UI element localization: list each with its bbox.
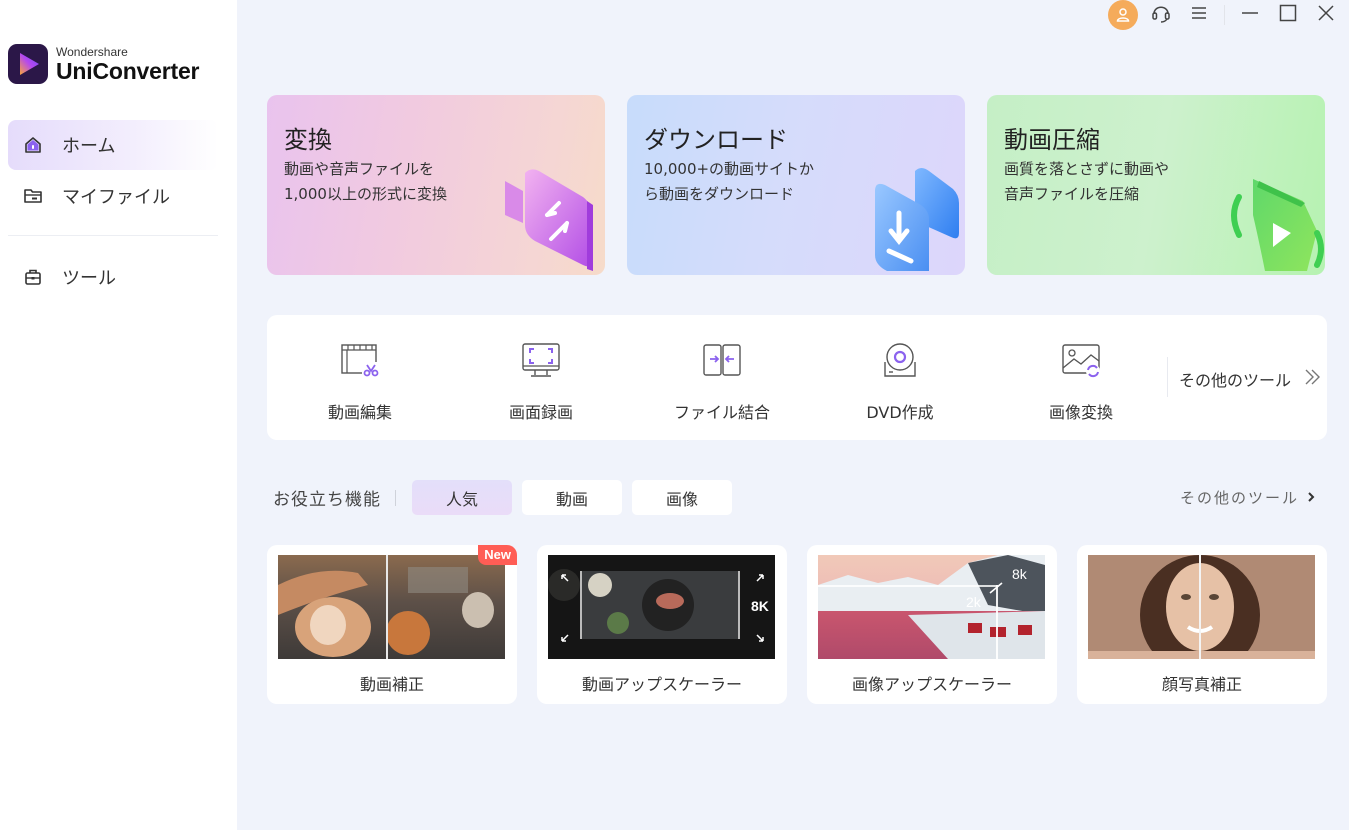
card-label: 動画アップスケーラー (581, 675, 742, 694)
tool-label: ファイル結合 (673, 403, 770, 422)
feature-description: 画質を落とさずに動画や音声ファイルを圧縮 (1004, 160, 1170, 203)
tool-video-edit[interactable]: 動画編集 (270, 315, 450, 440)
section-separator (395, 489, 396, 506)
video-enhance-thumbnail (278, 555, 505, 659)
user-avatar-icon (1108, 0, 1138, 30)
account-button[interactable] (1104, 0, 1142, 30)
useful-features-header: お役立ち機能 人気 動画 画像 (273, 480, 742, 515)
section-title: お役立ち機能 (273, 490, 381, 510)
video-edit-icon (340, 342, 380, 378)
image-upscaler-thumbnail: 2k 8k (818, 555, 1045, 659)
chevron-right-icon (1305, 488, 1317, 507)
tab-image[interactable]: 画像 (632, 480, 732, 515)
tools-separator (1167, 357, 1168, 397)
brand-name: Wondershare (56, 44, 128, 59)
download-icon (865, 161, 965, 275)
sidebar-item-label: マイファイル (62, 187, 170, 208)
sidebar-item-tools[interactable]: ツール (8, 252, 218, 302)
feature-title: 動画圧縮 (1004, 126, 1100, 154)
card-label: 動画補正 (359, 675, 424, 694)
sidebar-item-home[interactable]: ホーム (8, 120, 218, 170)
maximize-button[interactable] (1269, 0, 1307, 30)
close-icon (1317, 4, 1335, 26)
tool-label: 画像変換 (1048, 403, 1113, 422)
maximize-icon (1279, 4, 1297, 26)
feature-title: 変換 (284, 126, 332, 154)
minimize-button[interactable] (1231, 0, 1269, 30)
tool-label: DVD作成 (866, 403, 934, 422)
useful-more-tools-link[interactable]: その他のツール (1180, 487, 1317, 508)
tool-dvd-burn[interactable]: DVD作成 (810, 315, 990, 440)
tab-video[interactable]: 動画 (522, 480, 622, 515)
more-tools-label: その他のツール (1179, 371, 1292, 390)
new-badge: New (478, 545, 517, 565)
home-icon (22, 134, 44, 156)
feature-card-compress[interactable]: 動画圧縮 画質を落とさずに動画や音声ファイルを圧縮 (987, 95, 1325, 275)
resolution-label: 8K (751, 598, 769, 614)
feature-description: 10,000+の動画サイトから動画をダウンロード (644, 160, 815, 203)
menu-button[interactable] (1180, 0, 1218, 30)
sidebar: Wondershare UniConverter ホーム マイファイル ツール (0, 0, 237, 830)
resolution-to-label: 8k (1012, 566, 1028, 582)
more-tools-label: その他のツール (1180, 489, 1300, 507)
feature-card-download[interactable]: ダウンロード 10,000+の動画サイトから動画をダウンロード (627, 95, 965, 275)
card-label: 顔写真補正 (1161, 675, 1242, 694)
compress-icon (1225, 171, 1325, 275)
feature-card-video-upscaler[interactable]: 8K 動画アップスケーラー (537, 545, 787, 704)
support-button[interactable] (1142, 0, 1180, 30)
face-enhance-thumbnail (1088, 555, 1315, 659)
close-button[interactable] (1307, 0, 1345, 30)
sidebar-item-label: ホーム (62, 136, 116, 157)
tools-panel: 動画編集 画面録画 ファイル結合 DVD作成 画像変換 その他のツール (267, 315, 1327, 440)
app-logo: Wondershare UniConverter (8, 44, 199, 84)
feature-card-video-enhance[interactable]: New 動画補正 (267, 545, 517, 704)
sidebar-divider (8, 235, 218, 236)
product-name: UniConverter (56, 57, 200, 84)
tool-screen-record[interactable]: 画面録画 (451, 315, 631, 440)
video-upscaler-thumbnail: 8K (548, 555, 775, 659)
sidebar-item-label: ツール (62, 268, 116, 289)
sidebar-item-my-files[interactable]: マイファイル (8, 171, 218, 221)
feature-card-face-enhance[interactable]: 顔写真補正 (1077, 545, 1327, 704)
tool-file-merge[interactable]: ファイル結合 (632, 315, 812, 440)
image-convert-icon (1061, 342, 1101, 378)
tool-label: 動画編集 (327, 403, 392, 422)
feature-card-image-upscaler[interactable]: 2k 8k 画像アップスケーラー (807, 545, 1057, 704)
title-bar (1104, 0, 1349, 30)
convert-camera-icon (495, 161, 605, 275)
menu-icon (1190, 5, 1208, 25)
titlebar-separator (1224, 5, 1225, 25)
double-chevron-right-icon (1303, 367, 1321, 391)
dvd-icon (880, 342, 920, 378)
feature-description: 動画や音声ファイルを1,000以上の形式に変換 (284, 160, 447, 203)
minimize-icon (1241, 4, 1259, 26)
screen-record-icon (521, 342, 561, 378)
tab-popular[interactable]: 人気 (412, 480, 512, 515)
uniconverter-logo-icon (8, 44, 48, 84)
toolbox-icon (22, 266, 44, 288)
tool-image-convert[interactable]: 画像変換 (991, 315, 1171, 440)
merge-icon (702, 342, 742, 378)
card-label: 画像アップスケーラー (851, 675, 1012, 694)
tool-label: 画面録画 (508, 403, 573, 422)
feature-card-convert[interactable]: 変換 動画や音声ファイルを1,000以上の形式に変換 (267, 95, 605, 275)
feature-title: ダウンロード (644, 126, 788, 154)
resolution-from-label: 2k (966, 594, 982, 610)
folder-icon (22, 185, 44, 207)
more-tools-link[interactable]: その他のツール (1179, 367, 1321, 391)
headset-icon (1150, 2, 1172, 28)
